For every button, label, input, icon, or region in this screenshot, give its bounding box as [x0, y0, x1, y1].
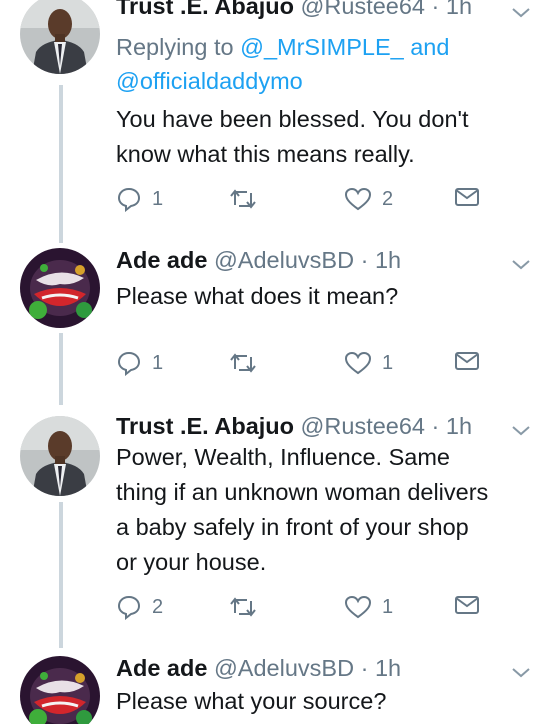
time-separator: ·	[431, 413, 440, 439]
envelope-icon	[455, 188, 479, 206]
tweet-text-line: Please what your source?	[116, 688, 387, 714]
tweet-text: You have been blessed. You don't know wh…	[116, 102, 536, 172]
chevron-down-icon[interactable]	[510, 666, 532, 680]
retweet-icon	[230, 189, 256, 209]
mention-conjunction: and	[410, 34, 450, 60]
like-count: 1	[382, 351, 394, 374]
tweet-text: Power, Wealth, Influence. Same thing if …	[116, 440, 536, 580]
replying-to: Replying to @_MrSIMPLE_ and	[116, 30, 449, 64]
chevron-down-icon[interactable]	[510, 424, 532, 438]
tweet-text-line: You have been blessed. You don't	[116, 106, 469, 132]
tweet-header: Trust .E. Abajuo @Rustee64 · 1h	[116, 412, 510, 440]
tweet[interactable]: Trust .E. Abajuo @Rustee64 · 1h Power, W…	[0, 410, 550, 650]
heart-icon	[344, 187, 372, 211]
reply-icon	[117, 187, 141, 212]
like-count: 1	[382, 595, 394, 618]
timestamp[interactable]: 1h	[446, 0, 472, 19]
retweet-button[interactable]	[228, 594, 268, 620]
tweet[interactable]: Trust .E. Abajuo @Rustee64 · 1h Replying…	[0, 0, 550, 230]
heart-icon	[344, 595, 372, 619]
dm-button[interactable]	[454, 594, 480, 616]
timestamp[interactable]: 1h	[375, 655, 401, 681]
tweet[interactable]: Ade ade @AdeluvsBD · 1h Please what does…	[0, 230, 550, 410]
display-name[interactable]: Trust .E. Abajuo	[116, 0, 294, 19]
display-name[interactable]: Ade ade	[116, 247, 207, 273]
handle[interactable]: @AdeluvsBD	[214, 247, 354, 273]
chevron-down-icon[interactable]	[510, 6, 532, 20]
like-button[interactable]: 1	[344, 350, 393, 376]
retweet-button[interactable]	[228, 186, 268, 212]
action-bar: 2 1	[116, 594, 486, 622]
replying-to-line-2: @officialdaddymo	[116, 64, 303, 98]
reply-icon	[117, 595, 141, 620]
reply-button[interactable]: 1	[116, 186, 163, 212]
handle[interactable]: @AdeluvsBD	[214, 655, 354, 681]
like-count: 2	[382, 187, 394, 210]
dm-button[interactable]	[454, 350, 480, 372]
retweet-icon	[230, 353, 256, 373]
timestamp[interactable]: 1h	[375, 247, 401, 273]
avatar[interactable]	[20, 416, 100, 496]
reply-count: 2	[152, 595, 164, 618]
reply-count: 1	[152, 187, 164, 210]
mention-link[interactable]: @officialdaddymo	[116, 68, 303, 94]
tweet-text: Please what your source?	[116, 684, 536, 719]
reply-button[interactable]: 2	[116, 594, 163, 620]
tweet-text-line: Please what does it mean?	[116, 283, 399, 309]
retweet-icon	[230, 597, 256, 617]
avatar[interactable]	[20, 656, 100, 724]
chevron-down-icon[interactable]	[510, 258, 532, 272]
tweet-text-line: thing if an unknown woman delivers	[116, 479, 489, 505]
avatar[interactable]	[20, 0, 100, 74]
tweet-header: Trust .E. Abajuo @Rustee64 · 1h	[116, 0, 510, 20]
handle[interactable]: @Rustee64	[301, 0, 425, 19]
tweet[interactable]: Ade ade @AdeluvsBD · 1h Please what your…	[0, 650, 550, 724]
reply-button[interactable]: 1	[116, 350, 163, 376]
like-button[interactable]: 2	[344, 186, 393, 212]
tweet-text: Please what does it mean?	[116, 279, 536, 314]
timestamp[interactable]: 1h	[446, 413, 472, 439]
tweet-header: Ade ade @AdeluvsBD · 1h	[116, 654, 510, 682]
display-name[interactable]: Trust .E. Abajuo	[116, 413, 294, 439]
replying-to-label: Replying to	[116, 34, 234, 60]
time-separator: ·	[431, 0, 440, 19]
envelope-icon	[455, 596, 479, 614]
action-bar: 1 1	[116, 350, 486, 378]
retweet-button[interactable]	[228, 350, 268, 376]
time-separator: ·	[360, 655, 369, 681]
tweet-text-line: know what this means really.	[116, 141, 415, 167]
time-separator: ·	[360, 247, 369, 273]
handle[interactable]: @Rustee64	[301, 413, 425, 439]
heart-icon	[344, 351, 372, 375]
avatar[interactable]	[20, 248, 100, 328]
action-bar: 1 2	[116, 186, 486, 214]
reply-icon	[117, 351, 141, 376]
tweet-text-line: or your house.	[116, 549, 267, 575]
display-name[interactable]: Ade ade	[116, 655, 207, 681]
tweet-header: Ade ade @AdeluvsBD · 1h	[116, 246, 510, 274]
mention-link[interactable]: @_MrSIMPLE_	[240, 34, 404, 60]
tweet-text-line: a baby safely in front of your shop	[116, 514, 469, 540]
envelope-icon	[455, 352, 479, 370]
reply-count: 1	[152, 351, 164, 374]
tweet-text-line: Power, Wealth, Influence. Same	[116, 444, 450, 470]
like-button[interactable]: 1	[344, 594, 393, 620]
dm-button[interactable]	[454, 186, 480, 208]
